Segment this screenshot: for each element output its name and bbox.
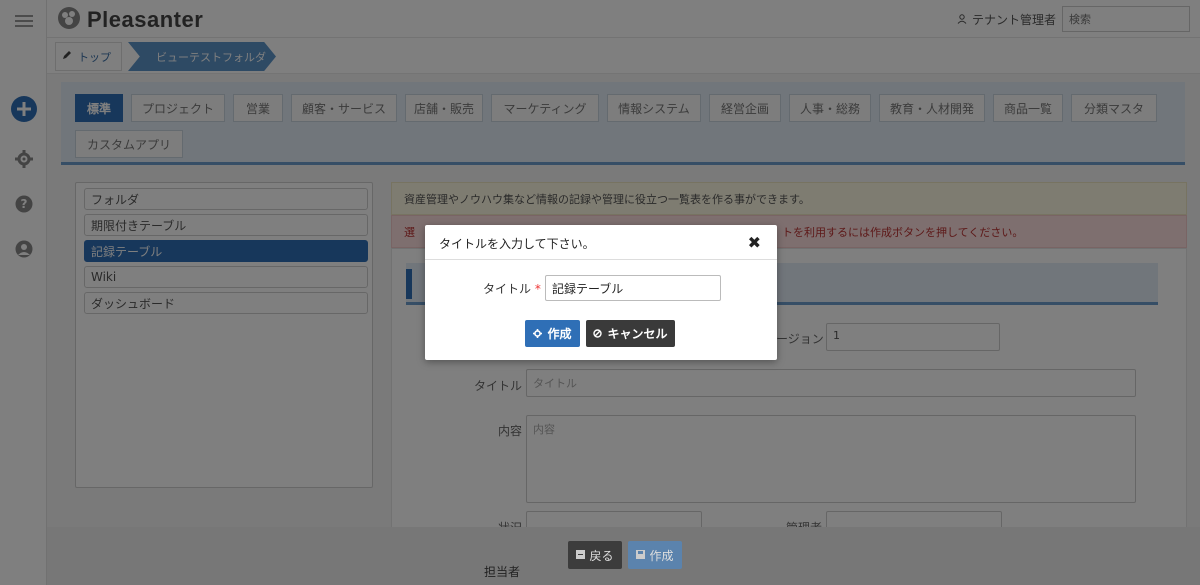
dialog-title-input[interactable] [545, 275, 721, 301]
dialog-title-label: タイトル * [483, 280, 541, 297]
dialog-title: タイトルを入力して下さい。 [439, 237, 595, 251]
dialog-cancel-button[interactable]: キャンセル [586, 320, 675, 347]
save-icon [636, 548, 646, 562]
footer-create-button[interactable]: 作成 [628, 541, 682, 569]
dialog-create-label: 作成 [547, 327, 572, 341]
dialog-cancel-label: キャンセル [607, 327, 668, 341]
back-button[interactable]: 戻る [568, 541, 622, 569]
dialog-create-button[interactable]: 作成 [525, 320, 580, 347]
back-icon [576, 548, 586, 562]
owner-field-label: 担当者 [484, 565, 521, 579]
create-title-dialog: タイトルを入力して下さい。 ✖ タイトル * 作成 キャンセル [425, 225, 777, 360]
gear-small-icon [533, 327, 543, 341]
dialog-title-label-text: タイトル [483, 282, 532, 296]
footer-actions: 戻る 作成 担当者 [47, 527, 1200, 585]
close-icon[interactable]: ✖ [748, 233, 761, 252]
footer-create-label: 作成 [649, 548, 674, 563]
cancel-icon [593, 327, 603, 341]
back-label: 戻る [589, 548, 614, 563]
required-mark: * [534, 282, 541, 296]
dialog-header: タイトルを入力して下さい。 ✖ [425, 225, 777, 260]
